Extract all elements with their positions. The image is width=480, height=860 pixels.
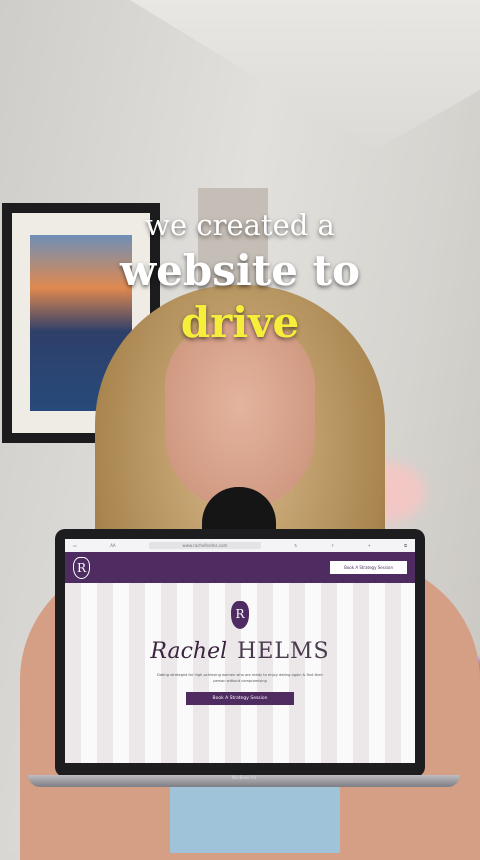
laptop-base: MacBook Air bbox=[28, 775, 460, 787]
hero-book-session-button[interactable]: Book A Strategy Session bbox=[186, 692, 294, 705]
sidebar-icon[interactable]: ▭ bbox=[73, 543, 77, 548]
site-tagline: Dating strategist for high-achieving wom… bbox=[157, 673, 323, 683]
site-logo[interactable]: R bbox=[73, 556, 90, 579]
site-navbar: R Book A Strategy Session bbox=[65, 552, 415, 583]
tabs-icon[interactable]: ⧉ bbox=[404, 543, 407, 548]
first-name: Rachel bbox=[150, 639, 228, 664]
site-hero: R Rachel HELMS Dating strategist for high… bbox=[65, 583, 415, 763]
text-size-button[interactable]: AA bbox=[110, 543, 116, 548]
caption-line-3: drive bbox=[180, 298, 300, 347]
caption-line-2: website to bbox=[119, 246, 360, 295]
last-name: HELMS bbox=[237, 639, 330, 664]
nav-book-session-button[interactable]: Book A Strategy Session bbox=[330, 561, 407, 574]
reload-icon[interactable]: ↻ bbox=[294, 543, 297, 548]
address-bar[interactable]: www.rachelhelms.com bbox=[148, 542, 261, 549]
laptop-label: MacBook Air bbox=[231, 775, 257, 780]
caption-line-1: we created a bbox=[145, 208, 335, 242]
person-face bbox=[165, 320, 315, 510]
site-title: Rachel HELMS bbox=[150, 639, 329, 664]
hero-crest-logo: R bbox=[231, 601, 249, 629]
laptop-screen: ▭ AA www.rachelhelms.com ↻ ⇪ + ⧉ R Book … bbox=[65, 539, 415, 763]
browser-toolbar: ▭ AA www.rachelhelms.com ↻ ⇪ + ⧉ bbox=[65, 539, 415, 552]
laptop: ▭ AA www.rachelhelms.com ↻ ⇪ + ⧉ R Book … bbox=[55, 529, 425, 777]
share-icon[interactable]: ⇪ bbox=[331, 543, 334, 548]
new-tab-icon[interactable]: + bbox=[368, 543, 371, 548]
